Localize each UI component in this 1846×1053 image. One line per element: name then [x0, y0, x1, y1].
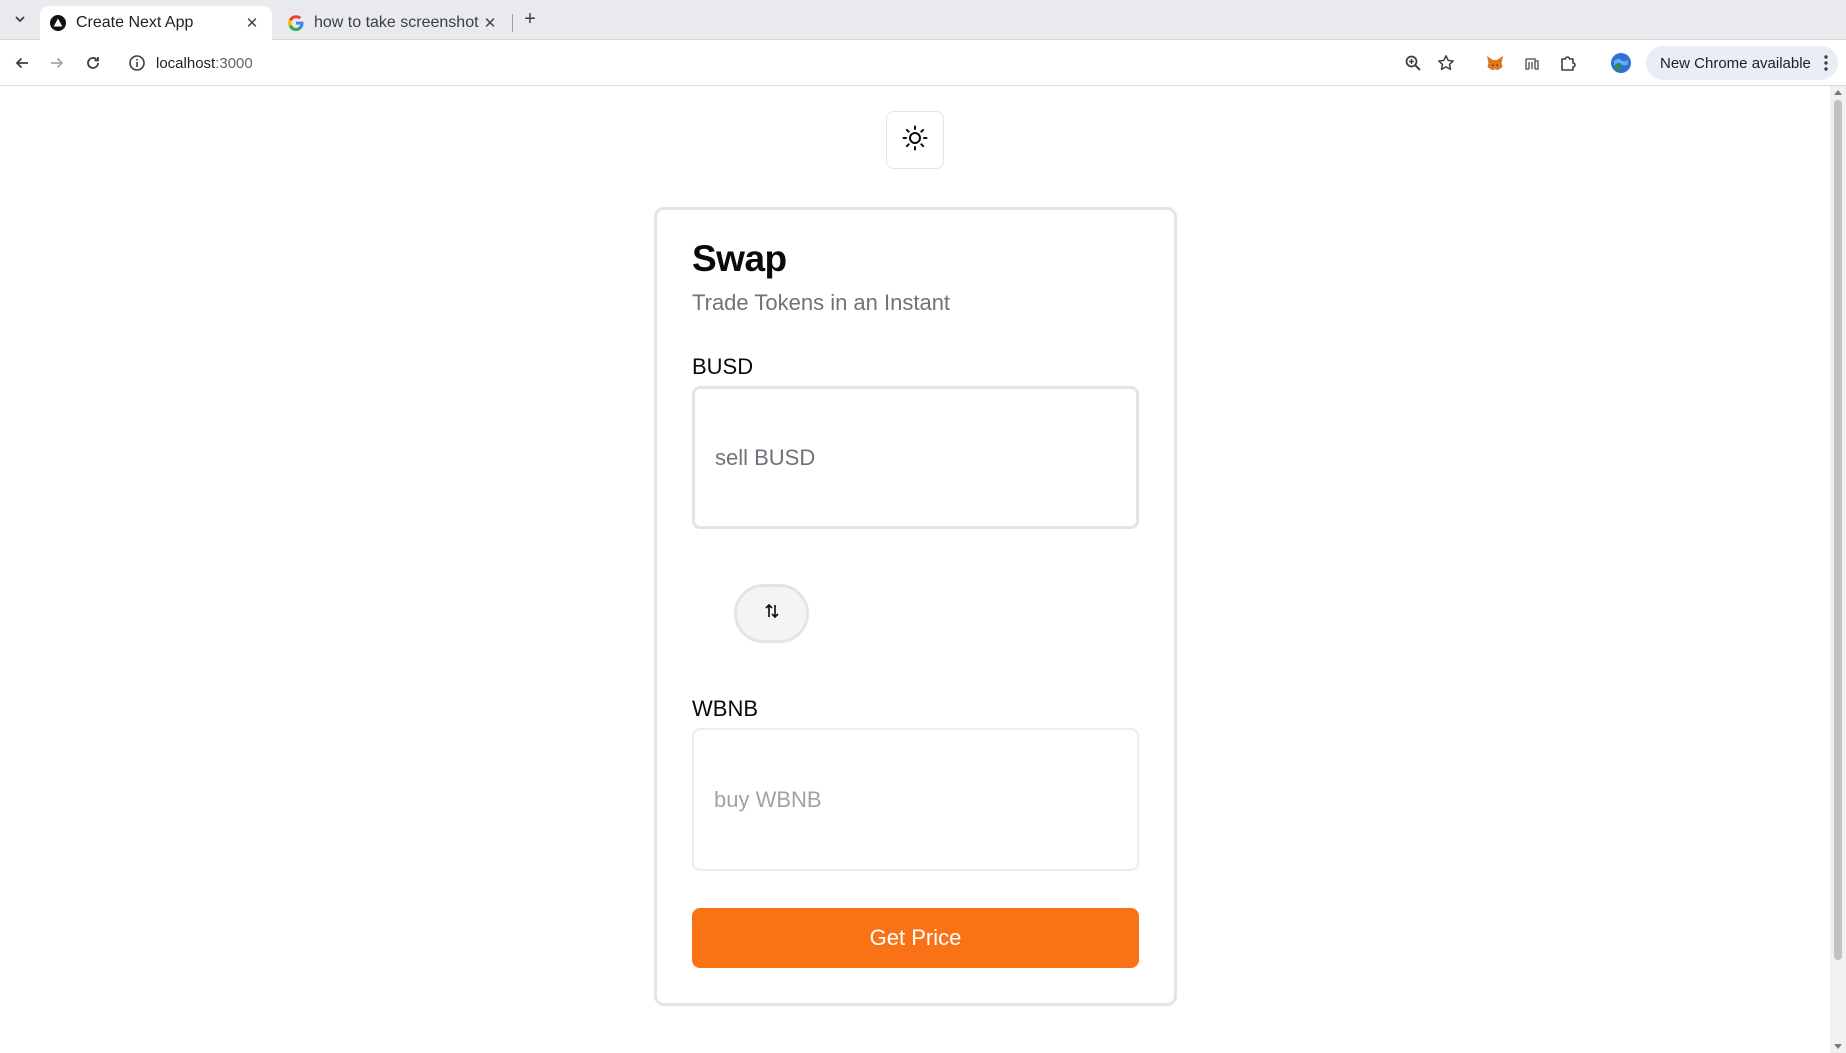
theme-toggle-button[interactable]	[886, 111, 944, 169]
url-host: localhost	[156, 54, 216, 72]
sell-token-label: BUSD	[692, 354, 754, 379]
profile-avatar-icon[interactable]	[1609, 51, 1633, 75]
card-title: Swap	[692, 238, 787, 279]
tab-divider	[512, 14, 513, 32]
reload-icon[interactable]	[79, 49, 107, 77]
forward-arrow-icon[interactable]	[43, 49, 71, 77]
close-tab-icon[interactable]: ✕	[242, 13, 262, 33]
address-bar[interactable]: localhost:3000	[120, 45, 1465, 81]
extensions-puzzle-icon[interactable]	[1556, 51, 1580, 75]
tab-title: how to take screenshot i	[314, 14, 480, 31]
update-label: New Chrome available	[1660, 54, 1811, 72]
buy-token-label: WBNB	[692, 696, 758, 721]
google-favicon-icon	[288, 15, 304, 31]
tab-create-next-app[interactable]: Create Next App ✕	[40, 6, 272, 40]
scroll-up-arrow-icon[interactable]	[1834, 90, 1842, 95]
nextjs-favicon-icon	[50, 15, 66, 31]
swap-direction-button[interactable]	[734, 584, 809, 643]
swap-arrows-icon	[764, 602, 780, 625]
scrollbar-thumb[interactable]	[1834, 100, 1842, 960]
swap-card	[654, 207, 1177, 1006]
tab-title: Create Next App	[76, 14, 194, 31]
browser-toolbar: localhost:3000 New Chrome available	[0, 40, 1846, 86]
more-menu-icon[interactable]	[1824, 54, 1828, 76]
page-scrollbar[interactable]	[1830, 86, 1846, 1053]
url-text: localhost:3000	[156, 55, 253, 72]
new-chrome-available-button[interactable]: New Chrome available	[1646, 46, 1838, 80]
buy-amount-input[interactable]: buy WBNB	[692, 728, 1139, 871]
site-info-icon[interactable]	[128, 54, 146, 72]
card-subtitle: Trade Tokens in an Instant	[692, 290, 951, 315]
zoom-icon[interactable]	[1401, 51, 1425, 75]
tab-google-search[interactable]: how to take screenshot i ✕	[278, 6, 510, 40]
back-arrow-icon[interactable]	[8, 49, 36, 77]
sun-icon	[901, 124, 929, 157]
scroll-down-arrow-icon[interactable]	[1834, 1044, 1842, 1049]
bookmark-star-icon[interactable]	[1434, 51, 1458, 75]
url-port: :3000	[215, 54, 253, 72]
new-tab-plus-icon[interactable]: +	[518, 7, 542, 31]
metamask-fox-icon[interactable]	[1483, 51, 1507, 75]
tab-strip: Create Next App ✕ how to take screenshot…	[0, 0, 1846, 40]
get-price-button[interactable]: Get Price	[692, 908, 1139, 968]
extension-icon[interactable]	[1520, 51, 1544, 75]
sell-amount-input[interactable]: sell BUSD	[692, 386, 1139, 529]
tab-search-chevron-icon[interactable]	[8, 7, 32, 31]
close-tab-icon[interactable]: ✕	[480, 13, 500, 33]
